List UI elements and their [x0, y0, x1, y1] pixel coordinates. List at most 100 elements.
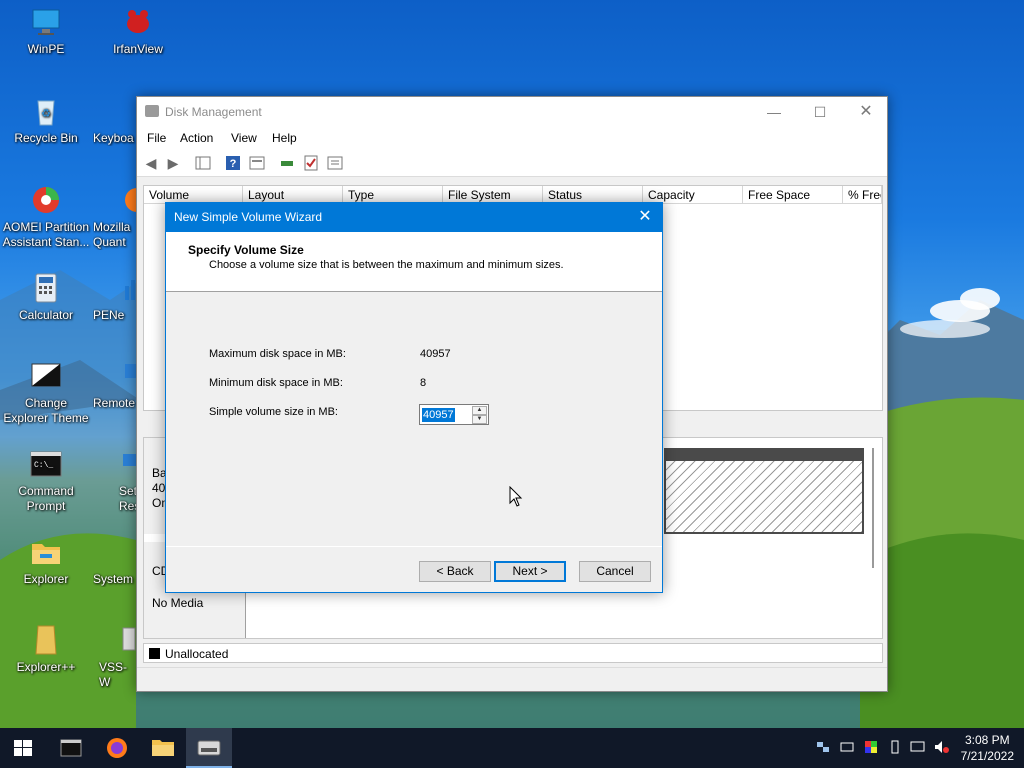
- taskbar-command-prompt[interactable]: [48, 728, 94, 768]
- console-tree-icon[interactable]: [195, 155, 211, 171]
- menu-action[interactable]: Action: [180, 131, 213, 145]
- unallocated-partition[interactable]: [664, 448, 864, 534]
- desktop-icon-change-theme[interactable]: Change Explorer Theme: [1, 360, 91, 426]
- taskbar-firefox[interactable]: [94, 728, 140, 768]
- volume-size-label: Simple volume size in MB:: [209, 406, 338, 418]
- svg-text:♻: ♻: [41, 108, 51, 120]
- command-prompt-icon: C:\_: [30, 448, 62, 480]
- explorerpp-icon: [30, 624, 62, 656]
- desktop-icon-label: AOMEI Partition Assistant Stan...: [2, 220, 90, 249]
- new-simple-volume-wizard: New Simple Volume Wizard ✕ Specify Volum…: [165, 202, 663, 593]
- menu-view[interactable]: View: [231, 131, 257, 145]
- column-header-free-space[interactable]: Free Space: [743, 186, 843, 204]
- spin-up-arrow-icon[interactable]: ▲: [472, 406, 487, 415]
- desktop-icon-label: VSS-W: [99, 660, 128, 689]
- forward-arrow-icon[interactable]: ▶: [165, 155, 181, 171]
- usb-tray-icon[interactable]: [888, 740, 902, 757]
- wizard-close-button[interactable]: ✕: [636, 208, 654, 226]
- desktop-icon-winpe[interactable]: WinPE: [1, 6, 91, 57]
- svg-text:C:\_: C:\_: [34, 461, 53, 470]
- desktop-icon-vss[interactable]: VSS-W: [93, 624, 138, 690]
- desktop-icon-command-prompt[interactable]: C:\_ Command Prompt: [1, 448, 91, 514]
- disk-management-icon: [197, 740, 221, 756]
- display-tray-icon[interactable]: [910, 740, 926, 757]
- desktop-icon-aomei[interactable]: AOMEI Partition Assistant Stan...: [1, 184, 91, 250]
- mouse-cursor-icon: [509, 486, 523, 507]
- window-title: Disk Management: [165, 105, 262, 119]
- legend-bar: Unallocated: [143, 643, 883, 663]
- color-tray-icon[interactable]: [864, 740, 878, 757]
- disk-management-app-icon: [145, 105, 159, 117]
- desktop-icon-label: Set Reso: [119, 484, 138, 513]
- properties-icon[interactable]: [249, 155, 265, 171]
- monitor-icon: [30, 6, 62, 38]
- cloud: [900, 320, 990, 338]
- desktop-icon-keyboard[interactable]: Keyboa: [93, 95, 138, 146]
- wizard-separator: [166, 546, 662, 547]
- minimize-button[interactable]: —: [751, 97, 797, 127]
- desktop-icon-irfanview[interactable]: IrfanView: [93, 6, 183, 57]
- desktop-icon-label: Recycle Bin: [14, 131, 78, 145]
- min-space-value: 8: [420, 377, 427, 389]
- status-bar: [137, 667, 887, 691]
- desktop-icon-label: System: [93, 572, 134, 586]
- menu-help[interactable]: Help: [272, 131, 297, 145]
- min-space-label: Minimum disk space in MB:: [209, 377, 343, 389]
- desktop-icon-label: Remote: [93, 396, 136, 410]
- max-space-value: 40957: [420, 348, 451, 360]
- volume-size-spinbox[interactable]: 40957 ▲ ▼: [419, 404, 489, 425]
- spin-down-arrow-icon[interactable]: ▼: [472, 415, 487, 424]
- desktop-icon-label: Explorer: [23, 572, 69, 586]
- back-arrow-icon[interactable]: ◀: [143, 155, 159, 171]
- wizard-title-bar[interactable]: New Simple Volume Wizard ✕: [166, 203, 662, 232]
- volume-muted-icon[interactable]: [934, 740, 950, 757]
- desktop-icon-label: Command Prompt: [18, 484, 74, 513]
- taskbar-disk-management[interactable]: [186, 728, 232, 768]
- desktop-icon-recycle-bin[interactable]: ♻ Recycle Bin: [1, 95, 91, 146]
- desktop-icon-calculator[interactable]: Calculator: [1, 272, 91, 323]
- list-view-icon[interactable]: [327, 155, 343, 171]
- unallocated-legend-swatch: [149, 648, 160, 659]
- clock-time: 3:08 PM: [964, 733, 1010, 747]
- next-button[interactable]: Next >: [494, 561, 566, 582]
- desktop-icon-explorerpp[interactable]: Explorer++: [1, 624, 91, 675]
- desktop-icon-penetwork[interactable]: PENe: [93, 272, 138, 323]
- command-prompt-icon: [60, 739, 82, 757]
- clock[interactable]: 3:08 PM 7/21/2022: [961, 732, 1014, 764]
- desktop-icon-system[interactable]: System: [93, 536, 138, 587]
- volume-size-input[interactable]: 40957: [422, 408, 455, 422]
- aomei-icon: [30, 184, 62, 216]
- connect-icon[interactable]: [279, 155, 295, 171]
- keyboard-tray-icon[interactable]: [840, 740, 854, 757]
- cancel-button[interactable]: Cancel: [579, 561, 651, 582]
- calculator-icon: [30, 272, 62, 304]
- desktop-icon-label: Calculator: [18, 308, 74, 322]
- wizard-subheading: Choose a volume size that is between the…: [209, 259, 564, 271]
- recycle-bin-icon: ♻: [30, 95, 62, 127]
- taskbar-explorer[interactable]: [140, 728, 186, 768]
- cloud: [960, 288, 1000, 310]
- graph-scrollbar[interactable]: [872, 448, 880, 568]
- desktop-icon-set-resolution[interactable]: Set Reso: [93, 448, 138, 514]
- close-button[interactable]: ✕: [843, 97, 889, 127]
- desktop-icon-label: PENe: [93, 308, 125, 322]
- title-bar[interactable]: Disk Management — ☐ ✕: [137, 97, 887, 127]
- firefox-icon: [107, 738, 127, 758]
- help-icon[interactable]: ?: [225, 155, 241, 171]
- toolbar: ◀ ▶ ?: [137, 149, 887, 177]
- menu-file[interactable]: File: [147, 131, 166, 145]
- check-icon[interactable]: [303, 155, 319, 171]
- wizard-header: Specify Volume Size Choose a volume size…: [166, 232, 662, 292]
- desktop-icon-explorer[interactable]: Explorer: [1, 536, 91, 587]
- desktop-icon-remote[interactable]: Remote: [93, 360, 138, 411]
- clock-date: 7/21/2022: [960, 749, 1014, 763]
- wizard-heading: Specify Volume Size: [188, 243, 304, 257]
- back-button[interactable]: < Back: [419, 561, 491, 582]
- network-tray-icon[interactable]: [816, 740, 830, 757]
- column-header-percent-free[interactable]: % Free: [843, 186, 882, 204]
- maximize-button[interactable]: ☐: [797, 97, 843, 127]
- desktop-icon-firefox[interactable]: Mozilla Quant: [93, 184, 138, 250]
- folder-icon: [30, 536, 62, 568]
- desktop-icon-label: Mozilla Quant: [93, 220, 131, 249]
- start-button[interactable]: [0, 728, 46, 768]
